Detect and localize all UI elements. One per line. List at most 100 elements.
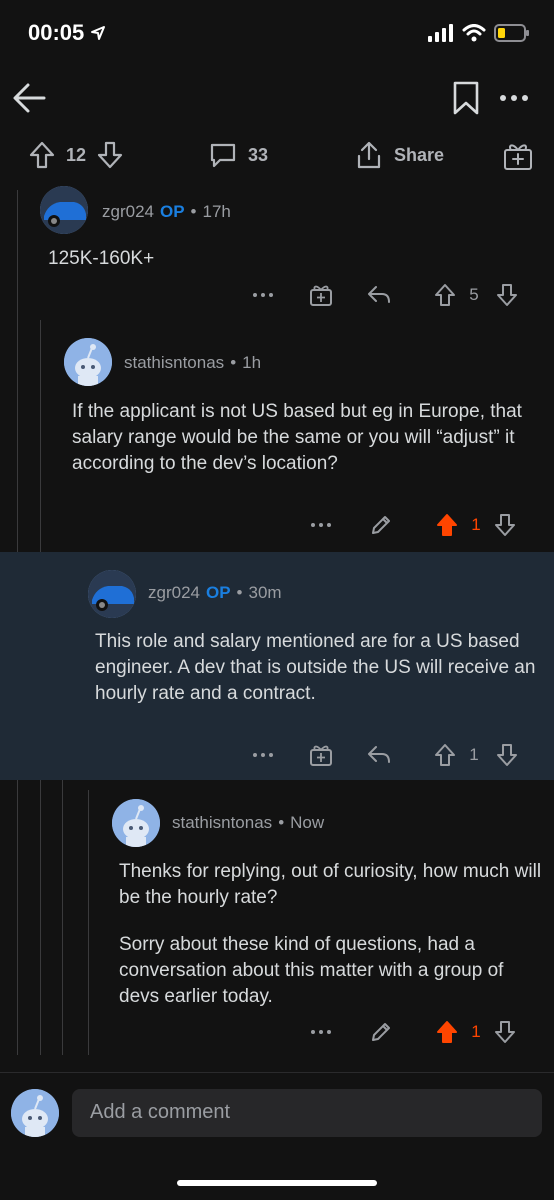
separator-dot: • xyxy=(236,583,243,602)
comment-more-button[interactable] xyxy=(248,280,278,310)
comment-more-button[interactable] xyxy=(306,510,336,540)
location-arrow-icon xyxy=(91,26,106,40)
avatar[interactable] xyxy=(40,186,88,234)
comment-1 xyxy=(40,186,88,234)
comment-score: 1 xyxy=(471,515,481,534)
more-dots-icon xyxy=(311,1030,331,1034)
author-name[interactable]: stathisntonas xyxy=(124,353,224,373)
upvote-filled-icon xyxy=(437,514,457,536)
more-dots-icon xyxy=(253,293,273,297)
comment-age: 17h xyxy=(202,202,231,221)
car-avatar-image xyxy=(40,186,88,234)
pencil-icon xyxy=(372,516,390,534)
bookmark-icon xyxy=(453,81,479,115)
status-bar-time: 00:05 xyxy=(28,20,106,46)
downvote-icon xyxy=(497,284,517,306)
comment-4-meta: stathisntonas • Now xyxy=(172,813,324,833)
share-icon xyxy=(357,141,381,169)
status-bar-indicators xyxy=(428,24,530,42)
op-badge: OP xyxy=(159,202,185,221)
comment-downvote-button[interactable] xyxy=(494,280,520,310)
comment-3-body: This role and salary mentioned are for a… xyxy=(95,631,536,704)
comment-score: 1 xyxy=(471,1022,481,1041)
wifi-icon xyxy=(462,24,486,42)
comment-award-button[interactable] xyxy=(306,280,336,310)
downvote-icon xyxy=(497,744,517,766)
post-action-bar: 12 33 Share xyxy=(0,140,554,180)
avatar[interactable] xyxy=(64,338,112,386)
comment-upvote-button[interactable] xyxy=(434,510,460,540)
award-button[interactable] xyxy=(502,140,534,172)
avatar[interactable] xyxy=(112,799,160,847)
comment-more-button[interactable] xyxy=(248,740,278,770)
car-avatar-image xyxy=(88,570,136,618)
cellular-signal-icon xyxy=(428,24,453,42)
share-button[interactable]: Share xyxy=(354,140,444,170)
comment-1-body: 125K-160K+ xyxy=(48,248,155,269)
comment-more-button[interactable] xyxy=(306,1017,336,1047)
comment-age: 30m xyxy=(248,583,282,602)
author-name[interactable]: stathisntonas xyxy=(172,813,272,833)
comment-2-avatar-wrap xyxy=(64,338,112,386)
downvote-icon xyxy=(495,514,515,536)
comment-score: 1 xyxy=(469,745,479,764)
comment-age: 1h xyxy=(242,353,262,372)
comment-downvote-button[interactable] xyxy=(492,1017,518,1047)
comment-upvote-button[interactable] xyxy=(432,280,458,310)
reply-arrow-icon xyxy=(368,746,390,763)
gift-award-icon xyxy=(310,285,332,306)
author-name[interactable]: zgr024 xyxy=(148,583,200,603)
gift-award-icon xyxy=(310,745,332,766)
comment-count: 33 xyxy=(248,144,269,165)
comment-2-actions: 1 xyxy=(0,510,554,540)
edit-button[interactable] xyxy=(366,510,396,540)
home-indicator[interactable] xyxy=(177,1180,377,1186)
comment-1-meta: zgr024 OP • 17h xyxy=(102,202,231,222)
comment-3-actions: 1 xyxy=(0,740,554,770)
comment-age: Now xyxy=(290,813,325,832)
more-dots-icon xyxy=(500,95,528,101)
more-options-button[interactable] xyxy=(495,84,535,112)
comment-downvote-button[interactable] xyxy=(494,740,520,770)
reply-button[interactable] xyxy=(364,280,394,310)
comments-button[interactable]: 33 xyxy=(208,140,268,170)
gift-award-icon xyxy=(504,144,532,170)
comment-downvote-button[interactable] xyxy=(492,510,518,540)
share-label: Share xyxy=(394,144,445,165)
composer-avatar-wrap xyxy=(11,1089,59,1137)
comment-award-button[interactable] xyxy=(306,740,336,770)
snoo-avatar-icon xyxy=(11,1089,59,1137)
snoo-avatar-icon xyxy=(64,338,112,386)
more-dots-icon xyxy=(311,523,331,527)
comment-4-avatar-wrap xyxy=(112,799,160,847)
comment-upvote-button[interactable] xyxy=(434,1017,460,1047)
separator-dot: • xyxy=(230,353,237,372)
reply-arrow-icon xyxy=(368,286,390,303)
upvote-icon[interactable] xyxy=(28,140,56,170)
avatar[interactable] xyxy=(88,570,136,618)
reply-button[interactable] xyxy=(364,740,394,770)
comment-2-body: If the applicant is not US based but eg … xyxy=(72,401,522,474)
comment-upvote-button[interactable] xyxy=(432,740,458,770)
downvote-icon xyxy=(495,1021,515,1043)
upvote-icon xyxy=(435,744,455,766)
vote-control: 12 xyxy=(28,140,124,170)
pencil-icon xyxy=(372,1023,390,1041)
downvote-icon[interactable] xyxy=(96,140,124,170)
battery-icon xyxy=(494,24,529,42)
avatar[interactable] xyxy=(11,1089,59,1137)
more-dots-icon xyxy=(253,753,273,757)
comment-3-meta: zgr024 OP • 30m xyxy=(148,583,282,603)
back-button[interactable] xyxy=(10,78,50,118)
comment-2-meta: stathisntonas • 1h xyxy=(124,353,261,373)
comment-bubble-icon xyxy=(210,143,236,168)
comment-3-avatar-wrap xyxy=(88,570,136,618)
comment-score: 5 xyxy=(469,285,479,304)
add-comment-input[interactable]: Add a comment xyxy=(72,1089,542,1137)
bookmark-button[interactable] xyxy=(450,80,482,116)
edit-button[interactable] xyxy=(366,1017,396,1047)
author-name[interactable]: zgr024 xyxy=(102,202,154,222)
separator-dot: • xyxy=(190,202,197,221)
comment-4-body-p2: Sorry about these kind of questions, had… xyxy=(119,934,504,1007)
thread-line-level-4 xyxy=(88,790,89,1055)
